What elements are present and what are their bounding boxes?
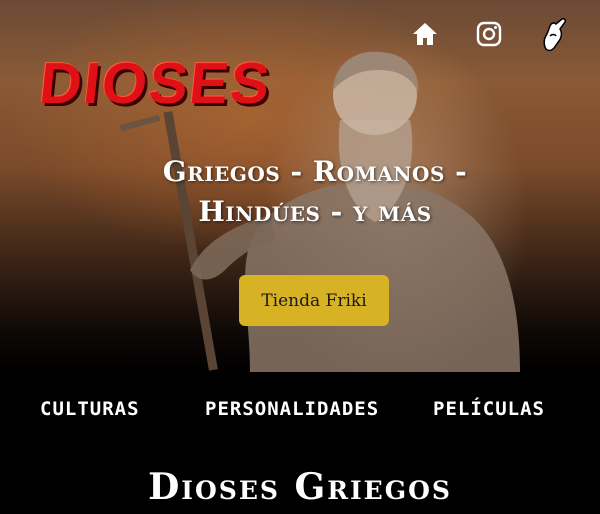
home-icon[interactable]: [410, 18, 440, 50]
hero-banner: DIOSES Griegos - Romanos - Hindúes - y m…: [0, 0, 600, 372]
menu-item-culturas[interactable]: CULTURAS: [40, 398, 140, 420]
sign-language-icon[interactable]: [538, 18, 568, 52]
shop-button[interactable]: Tienda Friki: [239, 275, 389, 326]
instagram-icon[interactable]: [474, 18, 504, 50]
menu-item-peliculas[interactable]: PELÍCULAS: [433, 398, 545, 420]
section-title: Dioses Griegos: [148, 466, 452, 508]
main-menu: CULTURAS PERSONALIDADES PELÍCULAS: [0, 398, 600, 432]
hero-headline-line1: Griegos - Romanos -: [162, 155, 468, 188]
hero-headline: Griegos - Romanos - Hindúes - y más: [90, 152, 540, 232]
hero-headline-line2: Hindúes - y más: [198, 195, 432, 228]
menu-item-personalidades[interactable]: PERSONALIDADES: [205, 398, 379, 420]
site-logo[interactable]: DIOSES: [36, 50, 275, 117]
header-nav: [410, 18, 568, 52]
